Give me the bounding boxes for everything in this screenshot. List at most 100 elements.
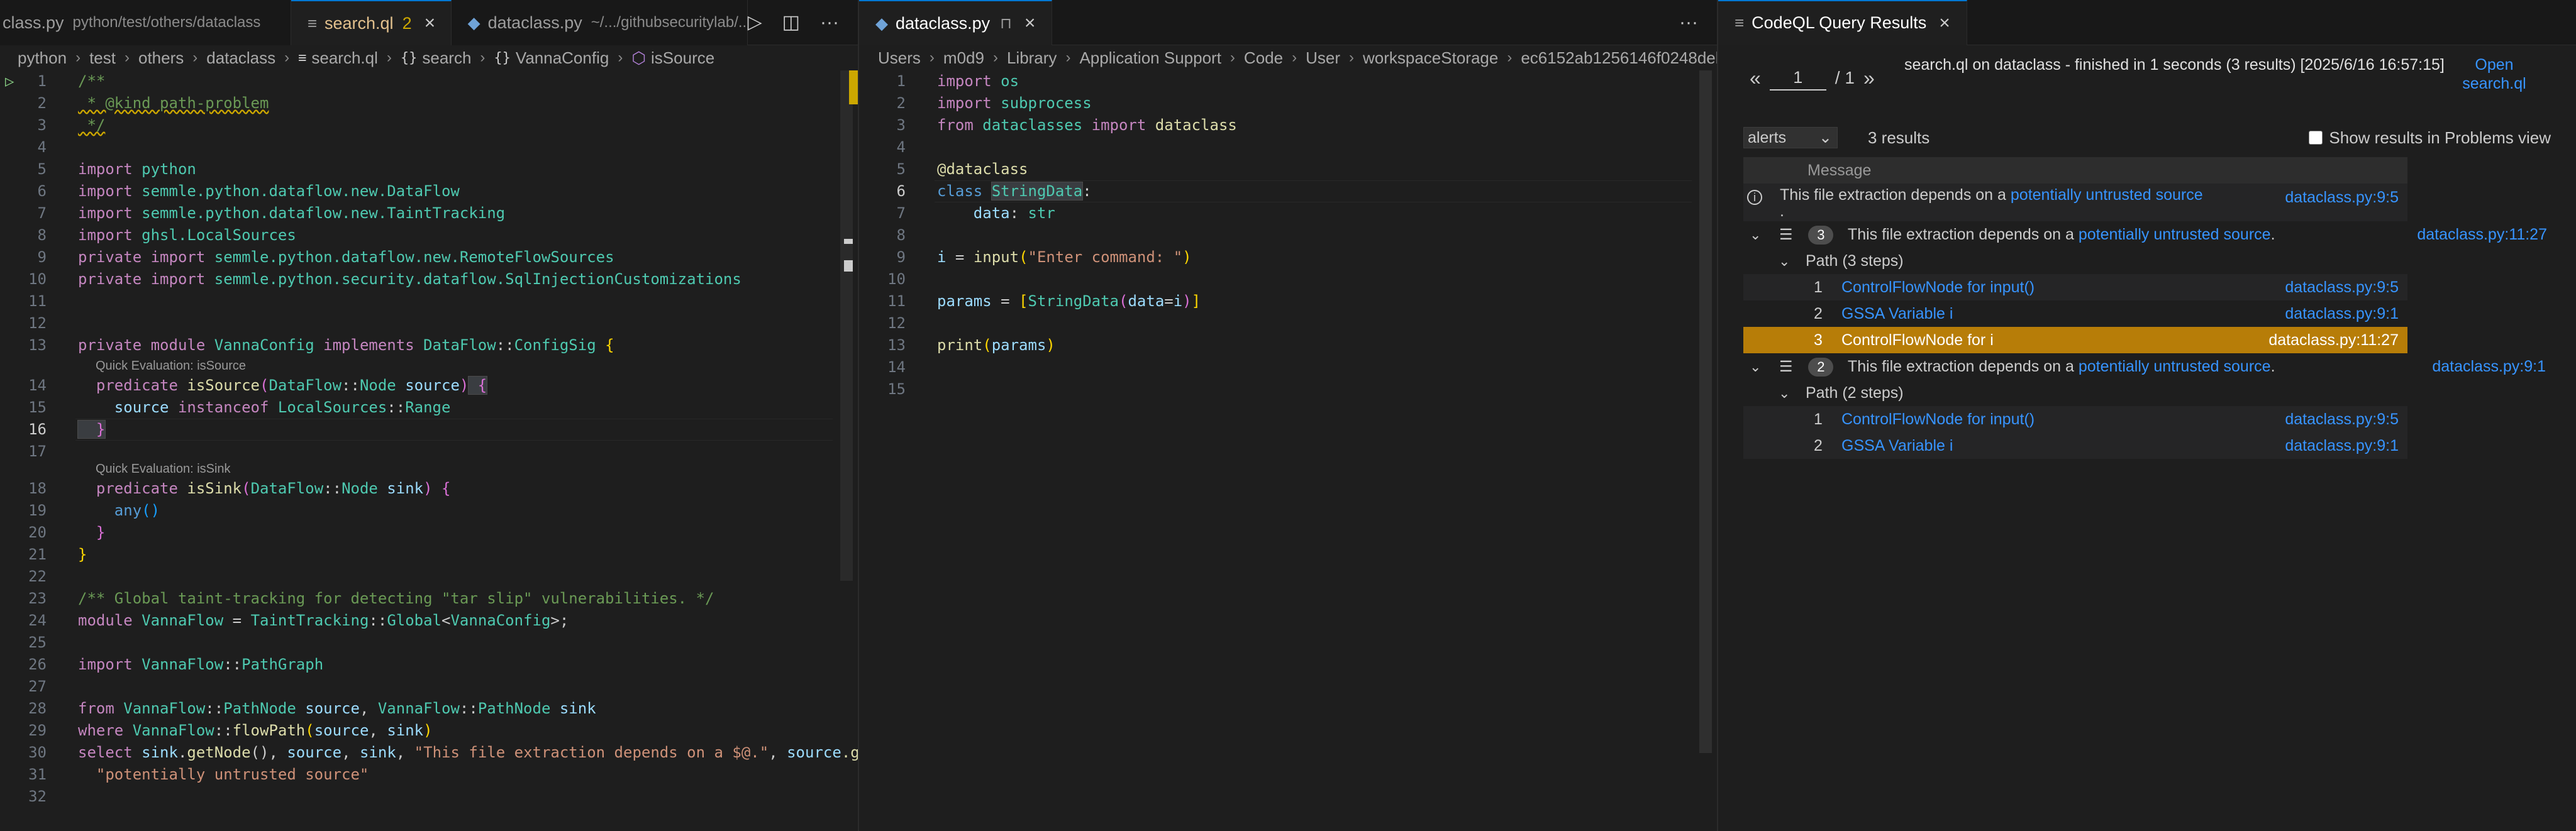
source-link[interactable]: potentially untrusted source bbox=[2079, 226, 2271, 243]
code-line: 14 predicate isSource(DataFlow::Node sou… bbox=[28, 376, 488, 395]
chevron-right-icon: › bbox=[929, 49, 935, 66]
result-group-row[interactable]: ⌄ ☰ 3 This file extraction depends on a … bbox=[1743, 221, 2547, 248]
breadcrumb-item[interactable]: test › bbox=[89, 48, 138, 68]
breadcrumb-item[interactable]: Library › bbox=[1007, 48, 1079, 68]
scroll-thumb[interactable] bbox=[1699, 70, 1712, 753]
chevron-down-icon[interactable]: ⌄ bbox=[1779, 380, 1801, 407]
code-line: 15 source instanceof LocalSources::Range bbox=[28, 399, 451, 416]
breadcrumb-item[interactable]: ec6152ab1256146f0248debe bbox=[1521, 48, 1717, 68]
tab-dataclass-py[interactable]: ◆ dataclass.py ~/.../githubsecuritylab/.… bbox=[451, 0, 748, 45]
code-editor[interactable]: ▷ 1/** 2 * @kind path-problem 3 */ 4 5 imp… bbox=[0, 70, 858, 831]
code-line: 11 params = [StringData(data=i)] bbox=[887, 292, 1201, 310]
chevron-right-icon: › bbox=[618, 49, 623, 66]
location-link[interactable]: dataclass.py:9:1 bbox=[2432, 353, 2546, 380]
path-step-row[interactable]: 1 ControlFlowNode for input() dataclass.p… bbox=[1743, 274, 2407, 300]
code-line: 23/** Global taint-tracking for detectin… bbox=[28, 590, 714, 607]
tab-codeql-query-results[interactable]: ≡ CodeQL Query Results × bbox=[1718, 0, 1967, 45]
scroll-thumb[interactable] bbox=[840, 70, 853, 581]
code-line: 19 any() bbox=[28, 502, 160, 519]
results-toolbar: alerts ⌄ 3 results Show results in Probl… bbox=[1743, 126, 2551, 150]
chevron-right-icon: › bbox=[992, 49, 998, 66]
page-number-input[interactable] bbox=[1769, 65, 1826, 91]
chevron-down-icon[interactable]: ⌄ bbox=[1750, 354, 1775, 380]
page-total: / 1 bbox=[1835, 68, 1855, 87]
close-icon[interactable]: × bbox=[425, 13, 436, 34]
close-icon[interactable]: × bbox=[1024, 13, 1036, 34]
code-line: 1 import os bbox=[896, 72, 1019, 90]
code-line: 7 import semmle.python.dataflow.new.Taint… bbox=[37, 204, 506, 222]
page-navigator: « / 1 » bbox=[1750, 65, 1875, 91]
left-tab-bar: class.py python/test/others/dataclass ≡ … bbox=[0, 0, 858, 45]
code-line: 17 bbox=[28, 443, 47, 460]
next-page-button[interactable]: » bbox=[1863, 67, 1875, 90]
open-query-link[interactable]: Open search.ql bbox=[2457, 55, 2532, 93]
code-line: 20 } bbox=[28, 524, 106, 541]
tab-search-ql[interactable]: ≡ search.ql 2 × bbox=[291, 0, 452, 45]
breadcrumb-item[interactable]: ≡ search.ql › bbox=[298, 48, 401, 68]
editor-scrollbar[interactable] bbox=[839, 70, 858, 831]
code-line: 6 class StringData: bbox=[896, 182, 1092, 201]
chevron-down-icon[interactable]: ⌄ bbox=[1779, 248, 1801, 275]
code-line: 13 private module VannaConfig implements … bbox=[28, 336, 614, 354]
breadcrumb-item[interactable]: others › bbox=[138, 48, 206, 68]
path-row[interactable]: ⌄ Path (3 steps) bbox=[1743, 248, 2407, 274]
python-file-icon: ◆ bbox=[875, 13, 888, 33]
breadcrumb-item[interactable]: dataclass › bbox=[206, 48, 298, 68]
chevron-right-icon: › bbox=[1292, 49, 1297, 66]
tab-label: dataclass.py bbox=[896, 13, 991, 33]
code-line: 16 } bbox=[28, 420, 106, 439]
codeql-results-pane: ≡ CodeQL Query Results × « / 1 » search.… bbox=[1718, 0, 2576, 831]
tab-class-py[interactable]: class.py python/test/others/dataclass bbox=[0, 0, 291, 45]
breadcrumb-item[interactable]: Application Support › bbox=[1079, 48, 1243, 68]
result-set-select[interactable]: alerts ⌄ bbox=[1743, 127, 1838, 148]
code-line: 26 import VannaFlow::PathGraph bbox=[28, 656, 324, 673]
chevron-right-icon: › bbox=[1230, 49, 1235, 66]
chevron-down-icon: ⌄ bbox=[1819, 129, 1832, 146]
editor-scrollbar[interactable] bbox=[1698, 70, 1717, 831]
source-link[interactable]: potentially untrusted source bbox=[2011, 186, 2203, 204]
info-icon: i bbox=[1747, 190, 1762, 205]
path-step-row[interactable]: 2 GSSA Variable i dataclass.py:9:1 bbox=[1743, 432, 2407, 459]
chevron-down-icon[interactable]: ⌄ bbox=[1750, 222, 1775, 248]
breadcrumb-item[interactable]: {} search › bbox=[401, 48, 494, 68]
path-step-row-selected[interactable]: 3 ControlFlowNode for i dataclass.py:11:2… bbox=[1743, 327, 2407, 353]
path-count-badge: 2 bbox=[1808, 358, 1834, 377]
breadcrumb-item[interactable]: User › bbox=[1306, 48, 1363, 68]
breadcrumb-item[interactable]: {} VannaConfig › bbox=[494, 48, 631, 68]
result-group-row[interactable]: ⌄ ☰ 2 This file extraction depends on a … bbox=[1743, 353, 2546, 380]
results-table: Message i This file extraction depends o… bbox=[1743, 157, 2547, 459]
quick-evaluation-lens[interactable]: Quick Evaluation: isSink bbox=[96, 460, 231, 478]
path-step-row[interactable]: 2 GSSA Variable i dataclass.py:9:1 bbox=[1743, 300, 2407, 327]
checkbox[interactable] bbox=[2309, 131, 2323, 145]
split-editor-icon[interactable]: ◫ bbox=[782, 11, 800, 33]
quick-evaluation-lens[interactable]: Quick Evaluation: isSource bbox=[96, 357, 246, 375]
table-header: Message bbox=[1743, 157, 2407, 184]
breadcrumb-item[interactable]: m0d9 › bbox=[943, 48, 1007, 68]
path-step-row[interactable]: 1 ControlFlowNode for input() dataclass.p… bbox=[1743, 406, 2407, 432]
code-line: 24 module VannaFlow = TaintTracking::Glob… bbox=[28, 612, 569, 629]
breadcrumb-item[interactable]: Code › bbox=[1244, 48, 1306, 68]
run-icon[interactable]: ▷ bbox=[748, 11, 762, 33]
breadcrumb-item[interactable]: workspaceStorage › bbox=[1363, 48, 1521, 68]
code-line: 6 import semmle.python.dataflow.new.DataF… bbox=[37, 182, 460, 200]
close-icon[interactable]: × bbox=[1939, 13, 1950, 34]
tab-label: dataclass.py bbox=[487, 13, 582, 32]
show-problems-checkbox[interactable]: Show results in Problems view bbox=[2309, 128, 2551, 148]
more-actions-icon[interactable]: ··· bbox=[1679, 12, 1698, 33]
code-line: 10 private import semmle.python.security.… bbox=[28, 270, 741, 288]
path-row[interactable]: ⌄ Path (2 steps) bbox=[1743, 380, 2407, 406]
previous-page-button[interactable]: « bbox=[1750, 67, 1761, 90]
location-link[interactable]: dataclass.py:11:27 bbox=[2417, 221, 2547, 248]
results-tab-bar: ≡ CodeQL Query Results × bbox=[1718, 0, 2576, 45]
breadcrumb-item[interactable]: Users › bbox=[878, 48, 943, 68]
tab-label: class.py bbox=[3, 13, 64, 32]
result-row[interactable]: i This file extraction depends on a pote… bbox=[1743, 184, 2407, 221]
source-link[interactable]: potentially untrusted source bbox=[2079, 358, 2271, 375]
code-editor[interactable]: 1 import os 2 import subprocess 3 from data… bbox=[859, 70, 1717, 831]
more-actions-icon[interactable]: ··· bbox=[820, 12, 839, 33]
tab-dataclass-py[interactable]: ◆ dataclass.py ⊓ × bbox=[859, 0, 1053, 45]
code-line: 8 import ghsl.LocalSources bbox=[37, 226, 296, 244]
breadcrumb-item[interactable]: python › bbox=[18, 48, 89, 68]
location-link[interactable]: dataclass.py:9:5 bbox=[2285, 189, 2399, 206]
breadcrumb-item[interactable]: ⬡ isSource bbox=[631, 48, 714, 68]
